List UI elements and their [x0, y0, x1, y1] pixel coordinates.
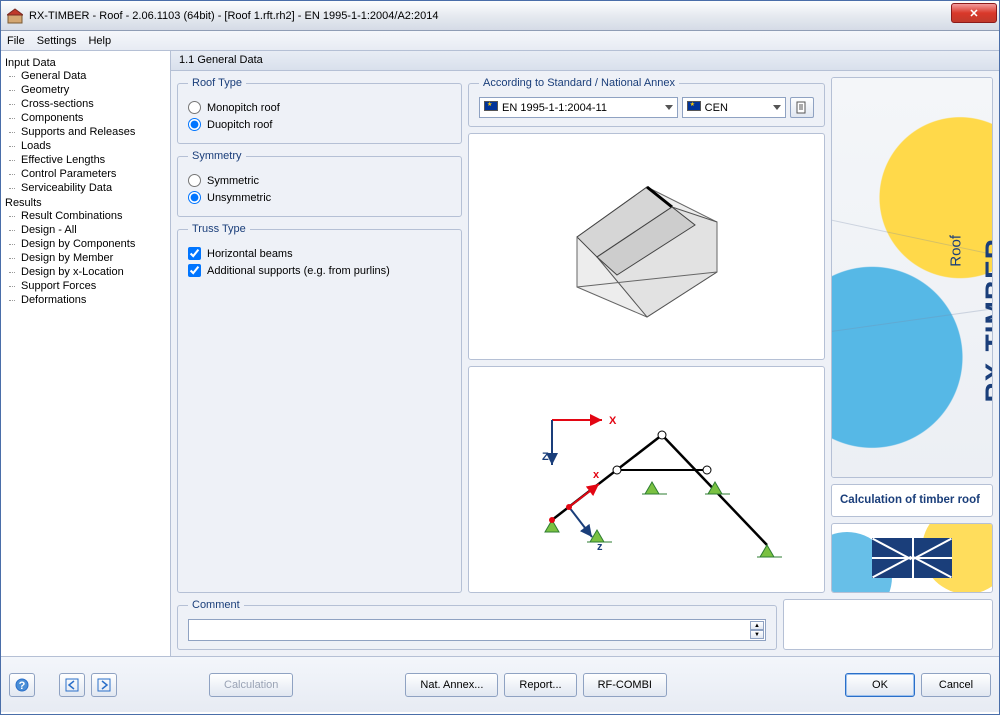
tree-input-group[interactable]: Input Data — [5, 57, 166, 69]
duopitch-radio[interactable]: Duopitch roof — [188, 118, 451, 131]
product-title: RX-TIMBER — [980, 238, 993, 403]
footer-bar: ? Calculation Nat. Annex... Report... RF… — [1, 656, 999, 712]
eu-flag-icon — [484, 101, 498, 111]
standard-group: According to Standard / National Annex E… — [468, 77, 825, 127]
ok-button[interactable]: OK — [845, 673, 915, 697]
horizontal-beams-label: Horizontal beams — [207, 248, 293, 260]
eu-flag-icon — [687, 101, 701, 111]
horizontal-beams-check[interactable]: Horizontal beams — [188, 247, 451, 260]
roof-type-group: Roof Type Monopitch roof Duopitch roof — [177, 77, 462, 144]
comment-down-button[interactable]: ▼ — [750, 630, 764, 639]
truss-legend: Truss Type — [188, 223, 250, 235]
tree-item[interactable]: Design by Components — [5, 237, 166, 251]
comment-group: Comment ▲ ▼ — [177, 599, 777, 650]
comment-input[interactable] — [188, 619, 766, 641]
tree-item[interactable]: Effective Lengths — [5, 153, 166, 167]
svg-text:?: ? — [19, 680, 26, 692]
title-bar: RX-TIMBER - Roof - 2.06.1103 (64bit) - [… — [1, 1, 999, 31]
tree-item[interactable]: Design - All — [5, 223, 166, 237]
tree-item[interactable]: Result Combinations — [5, 209, 166, 223]
nat-annex-button[interactable]: Nat. Annex... — [405, 673, 498, 697]
unsymmetric-label: Unsymmetric — [207, 192, 271, 204]
tool-button-1[interactable] — [59, 673, 85, 697]
symmetric-label: Symmetric — [207, 175, 259, 187]
tree-item[interactable]: Deformations — [5, 293, 166, 307]
pane-title: 1.1 General Data — [171, 51, 999, 71]
bridge-logo-icon — [872, 538, 952, 578]
standard-settings-button[interactable] — [790, 97, 814, 118]
tree-item[interactable]: Support Forces — [5, 279, 166, 293]
report-button[interactable]: Report... — [504, 673, 576, 697]
menu-settings[interactable]: Settings — [37, 35, 77, 47]
standard-legend: According to Standard / National Annex — [479, 77, 679, 89]
tree-item[interactable]: Supports and Releases — [5, 125, 166, 139]
menu-file[interactable]: File — [7, 35, 25, 47]
app-icon — [7, 8, 23, 24]
tree-item[interactable]: Geometry — [5, 83, 166, 97]
company-logo — [831, 523, 993, 593]
truss-type-group: Truss Type Horizontal beams Additional s… — [177, 223, 462, 593]
chevron-down-icon — [773, 105, 781, 110]
tree-item[interactable]: Loads — [5, 139, 166, 153]
preview-box — [783, 599, 993, 650]
tree-item[interactable]: Design by Member — [5, 251, 166, 265]
duopitch-label: Duopitch roof — [207, 119, 272, 131]
monopitch-radio[interactable]: Monopitch roof — [188, 101, 451, 114]
arrow-left-icon — [65, 678, 79, 692]
product-description: Calculation of timber roof — [831, 484, 993, 517]
product-banner: RX-TIMBER Roof — [831, 77, 993, 478]
calculation-button[interactable]: Calculation — [209, 673, 293, 697]
annex-combo[interactable]: CEN — [682, 97, 786, 118]
standard-value: EN 1995-1-1:2004-11 — [502, 102, 607, 114]
roof-type-legend: Roof Type — [188, 77, 246, 89]
document-icon — [795, 101, 809, 115]
window-title: RX-TIMBER - Roof - 2.06.1103 (64bit) - [… — [29, 10, 993, 22]
svg-text:x: x — [593, 469, 600, 481]
tool-button-2[interactable] — [91, 673, 117, 697]
annex-value: CEN — [705, 102, 728, 114]
product-subtitle: Roof — [948, 235, 965, 267]
tree-item[interactable]: Design by x-Location — [5, 265, 166, 279]
additional-supports-check[interactable]: Additional supports (e.g. from purlins) — [188, 264, 451, 277]
standard-combo[interactable]: EN 1995-1-1:2004-11 — [479, 97, 678, 118]
svg-text:X: X — [609, 415, 617, 427]
truss-schema-preview: X Z — [468, 366, 825, 593]
symmetry-legend: Symmetry — [188, 150, 246, 162]
comment-up-button[interactable]: ▲ — [750, 621, 764, 630]
tree-item[interactable]: General Data — [5, 69, 166, 83]
cancel-button[interactable]: Cancel — [921, 673, 991, 697]
roof-3d-preview — [468, 133, 825, 360]
symmetric-radio[interactable]: Symmetric — [188, 174, 451, 187]
arrow-right-icon — [97, 678, 111, 692]
monopitch-label: Monopitch roof — [207, 102, 280, 114]
svg-text:z: z — [597, 541, 603, 553]
symmetry-group: Symmetry Symmetric Unsymmetric — [177, 150, 462, 217]
close-button[interactable]: ✕ — [951, 3, 997, 23]
help-button[interactable]: ? — [9, 673, 35, 697]
chevron-down-icon — [665, 105, 673, 110]
tree-item[interactable]: Control Parameters — [5, 167, 166, 181]
menu-bar: File Settings Help — [1, 31, 999, 51]
comment-legend: Comment — [188, 599, 244, 611]
tree-item[interactable]: Serviceability Data — [5, 181, 166, 195]
tree-results-group[interactable]: Results — [5, 197, 166, 209]
nav-tree: Input Data General Data Geometry Cross-s… — [1, 51, 171, 656]
tree-item[interactable]: Components — [5, 111, 166, 125]
rf-combi-button[interactable]: RF-COMBI — [583, 673, 667, 697]
unsymmetric-radio[interactable]: Unsymmetric — [188, 191, 451, 204]
additional-supports-label: Additional supports (e.g. from purlins) — [207, 265, 390, 277]
tree-item[interactable]: Cross-sections — [5, 97, 166, 111]
menu-help[interactable]: Help — [88, 35, 111, 47]
help-icon: ? — [15, 678, 29, 692]
svg-text:Z: Z — [542, 451, 549, 463]
